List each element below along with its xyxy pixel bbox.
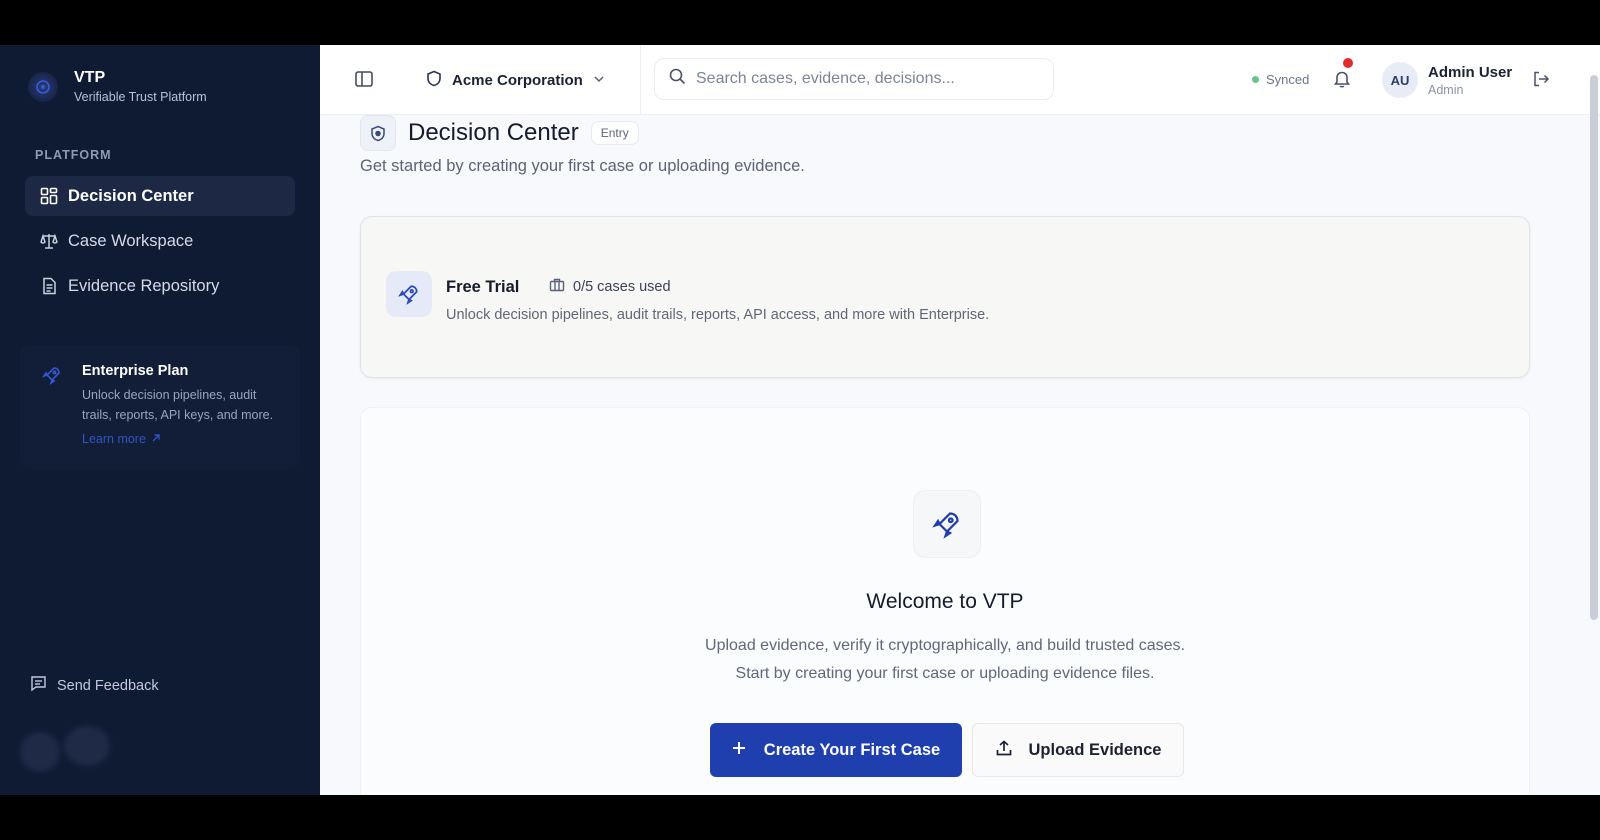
- scrollbar[interactable]: [1590, 75, 1598, 620]
- page-title: Decision Center: [408, 119, 579, 146]
- cases-usage-label: 0/5 cases used: [573, 279, 671, 295]
- plus-icon: [732, 741, 746, 760]
- sidebar-item-evidence-repository[interactable]: Evidence Repository: [25, 266, 295, 306]
- chevron-down-icon: [593, 72, 605, 89]
- notifications-bell-icon[interactable]: [1332, 69, 1354, 91]
- brand[interactable]: VTP Verifiable Trust Platform: [28, 69, 207, 104]
- document-icon: [40, 277, 58, 295]
- sidebar-item-decision-center[interactable]: Decision Center: [25, 176, 295, 216]
- briefcase-icon: [549, 278, 565, 296]
- user-name: Admin User: [1428, 64, 1513, 81]
- sync-status: Synced: [1252, 72, 1309, 87]
- scale-icon: [40, 232, 58, 250]
- promo-text: Unlock decision pipelines, audit trails,…: [82, 388, 274, 422]
- free-trial-title: Free Trial: [446, 278, 520, 296]
- notification-badge: [1343, 58, 1353, 68]
- rocket-icon: [913, 490, 981, 558]
- entry-badge: Entry: [590, 121, 639, 145]
- brand-title: VTP: [74, 69, 106, 86]
- avatar[interactable]: AU: [1382, 62, 1418, 98]
- message-square-icon: [30, 675, 47, 696]
- sync-status-label: Synced: [1266, 72, 1310, 87]
- page-header: Decision Center Entry: [360, 115, 639, 151]
- welcome-line-2: Start by creating your first case or upl…: [735, 665, 1155, 682]
- brand-subtitle: Verifiable Trust Platform: [74, 90, 207, 104]
- search-input[interactable]: [696, 70, 1036, 88]
- rocket-icon: [386, 271, 432, 317]
- app-window: VTP Verifiable Trust Platform PLATFORM D…: [0, 45, 1600, 795]
- sidebar-item-label: Decision Center: [68, 186, 194, 205]
- create-first-case-button[interactable]: Create Your First Case: [710, 723, 962, 777]
- user-menu[interactable]: Admin User Admin: [1428, 64, 1512, 97]
- enterprise-plan-card: Enterprise Plan Unlock decision pipeline…: [20, 345, 300, 469]
- rocket-icon: [34, 357, 70, 393]
- send-feedback-label: Send Feedback: [57, 677, 159, 694]
- free-trial-card: Free Trial 0/5 cases used Unlock decisio…: [360, 216, 1530, 378]
- page-subtitle: Get started by creating your first case …: [360, 157, 805, 175]
- dashboard-grid-icon: [40, 187, 58, 205]
- promo-title: Enterprise Plan: [82, 363, 189, 379]
- logout-icon[interactable]: [1532, 70, 1552, 90]
- search-icon: [669, 68, 686, 90]
- sync-status-dot: [1252, 76, 1259, 83]
- main-area: Acme Corporation Synced AU: [320, 45, 1600, 795]
- upload-evidence-button[interactable]: Upload Evidence: [972, 723, 1184, 777]
- sidebar: VTP Verifiable Trust Platform PLATFORM D…: [0, 45, 320, 795]
- send-feedback-button[interactable]: Send Feedback: [30, 675, 159, 696]
- topbar: Acme Corporation Synced AU: [320, 45, 1600, 115]
- welcome-description: Upload evidence, verify it cryptographic…: [361, 632, 1529, 688]
- learn-more-link[interactable]: Learn more: [82, 432, 161, 446]
- upload-evidence-label: Upload Evidence: [1028, 740, 1162, 759]
- learn-more-label: Learn more: [82, 432, 146, 446]
- sidebar-nav: Decision Center Case Workspace Evidence …: [25, 176, 295, 311]
- create-first-case-label: Create Your First Case: [763, 740, 941, 759]
- vtp-logo-icon: [28, 71, 58, 102]
- sidebar-toggle-icon[interactable]: [354, 69, 376, 91]
- search-box[interactable]: [654, 58, 1054, 100]
- sidebar-item-label: Case Workspace: [68, 231, 194, 250]
- shield-icon: [426, 70, 442, 91]
- upload-icon: [995, 739, 1013, 762]
- sidebar-item-case-workspace[interactable]: Case Workspace: [25, 221, 295, 261]
- external-arrow-icon: [151, 432, 161, 446]
- org-switcher[interactable]: Acme Corporation: [418, 63, 613, 97]
- free-trial-description: Unlock decision pipelines, audit trails,…: [446, 307, 990, 323]
- welcome-title: Welcome to VTP: [866, 590, 1024, 613]
- welcome-card: Welcome to VTP Upload evidence, verify i…: [360, 407, 1530, 795]
- sidebar-item-label: Evidence Repository: [68, 276, 220, 295]
- topbar-divider: [640, 45, 641, 115]
- cases-usage-badge: 0/5 cases used: [543, 275, 677, 299]
- sidebar-section-label: PLATFORM: [35, 148, 112, 162]
- user-role: Admin: [1428, 83, 1464, 97]
- welcome-line-1: Upload evidence, verify it cryptographic…: [705, 637, 1185, 654]
- blurred-user-area: [14, 722, 214, 772]
- shield-check-icon: [360, 115, 396, 151]
- org-name: Acme Corporation: [452, 71, 583, 89]
